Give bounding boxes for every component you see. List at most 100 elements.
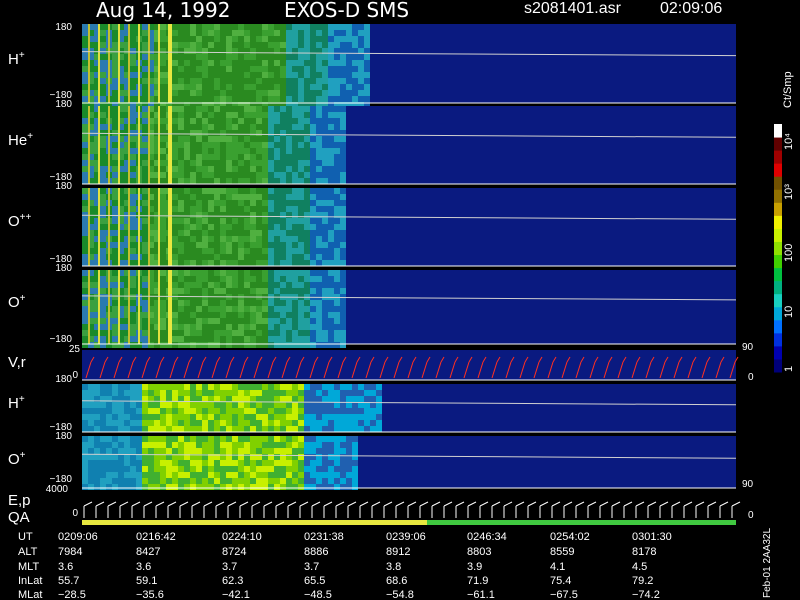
spectrogram-cell [118,402,124,408]
spectrogram-cell [334,54,340,60]
spectrogram-cell [274,60,280,66]
spectrogram-cell [166,442,172,448]
spectrogram-cell [208,270,214,276]
spectrogram-cell [250,384,256,390]
spectrogram-cell [322,236,328,242]
spectrogram-cell [82,442,88,448]
spectrogram-cell [364,54,370,60]
spectrogram-cell [352,414,358,420]
spectrogram-cell [232,426,238,432]
spectrogram-cell [100,206,106,212]
spectrogram-cell [100,36,106,42]
spectrogram-cell [100,454,106,460]
spectrogram-cell [244,84,250,90]
spectrogram-cell [190,60,196,66]
spectrogram-cell [202,312,208,318]
spectrogram-cell [268,200,274,206]
spectrogram-cell [100,194,106,200]
spectrogram-cell [88,454,94,460]
footer-cell-inlat: 65.5 [304,575,326,587]
spectrogram-cell [130,402,136,408]
spectrogram-cell [172,72,178,78]
spectrogram-cell [340,188,346,194]
spectrogram-cell [112,472,118,478]
spectrogram-cell [130,172,136,178]
spectrogram-cell [346,466,352,472]
spectrogram-cell [352,448,358,454]
spectrogram-cell [160,270,166,276]
spectrogram-cell [250,42,256,48]
spectrogram-cell [304,342,310,348]
flux-stripe [118,24,120,103]
spectrogram-cell [124,436,130,442]
spectrogram-cell [352,60,358,66]
spectrogram-cell [250,72,256,78]
spectrogram-cell [196,466,202,472]
colorbar-swatch [774,189,782,203]
spectrogram-cell [256,336,262,342]
spectrogram-cell [298,306,304,312]
spectrogram-cell [280,124,286,130]
spectrogram-cell [130,426,136,432]
spectrogram-cell [214,248,220,254]
spectrogram-cell [274,248,280,254]
spectrogram-cell [220,178,226,184]
spectrogram-cell [202,172,208,178]
spectrogram-cell [172,254,178,260]
spectrogram-cell [172,336,178,342]
spectrogram-cell [112,218,118,224]
spectrogram-cell [322,318,328,324]
spectrogram-cell [190,36,196,42]
spectrogram-cell [304,260,310,266]
spectrogram-cell [196,324,202,330]
spectrogram-cell [220,288,226,294]
spectrogram-cell [208,136,214,142]
spectrogram-cell [310,336,316,342]
spectrogram-cell [286,112,292,118]
spectrogram-cell [322,136,328,142]
spectrogram-cell [340,66,346,72]
spectrogram-cell [358,90,364,96]
spectrogram-cell [202,188,208,194]
spectrogram-cell [298,54,304,60]
spectrogram-cell [220,72,226,78]
spectrogram-cell [250,408,256,414]
spectrogram-cell [292,242,298,248]
spectrogram-cell [82,282,88,288]
spectrogram-cell [160,484,166,490]
spectrogram-cell [322,42,328,48]
spectrogram-cell [238,60,244,66]
spectrogram-cell [256,172,262,178]
spectrogram-cell [220,312,226,318]
spectrogram-cell [262,442,268,448]
spectrogram-cell [208,436,214,442]
spectrogram-cell [130,408,136,414]
spectrogram-cell [244,248,250,254]
spectrogram-cell [160,24,166,30]
spectrogram-cell [232,384,238,390]
spectrogram-cell [142,148,148,154]
spectrogram-cell [142,408,148,414]
spectrogram-cell [82,188,88,194]
spectrogram-canvas [81,24,782,525]
spectrogram-cell [184,178,190,184]
spectrogram-cell [160,318,166,324]
spectrogram-cell [196,236,202,242]
spectrogram-cell [232,472,238,478]
spectrogram-cell [154,442,160,448]
spectrogram-cell [208,248,214,254]
spectrogram-cell [364,414,370,420]
spectrogram-cell [334,136,340,142]
spectrogram-cell [208,124,214,130]
spectrogram-cell [244,230,250,236]
spectrogram-cell [244,330,250,336]
spectrogram-cell [316,408,322,414]
spectrogram-cell [220,124,226,130]
spectrogram-cell [286,384,292,390]
spectrogram-cell [268,130,274,136]
spectrogram-cell [130,436,136,442]
spectrogram-cell [100,148,106,154]
spectrogram-cell [322,330,328,336]
spectrogram-cell [94,442,100,448]
spectrogram-cell [340,54,346,60]
